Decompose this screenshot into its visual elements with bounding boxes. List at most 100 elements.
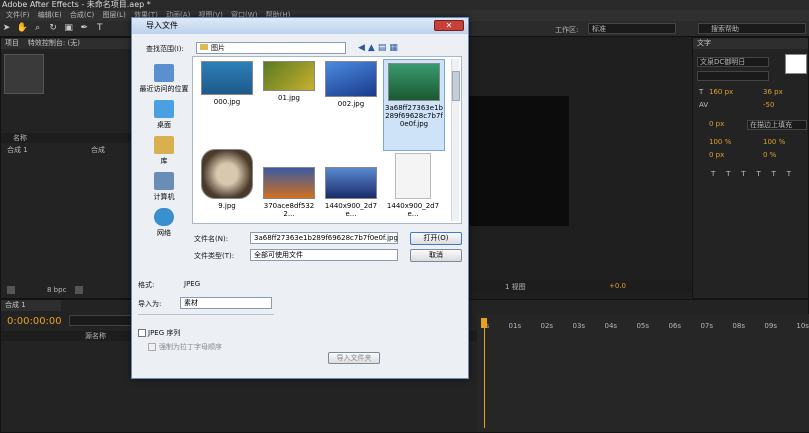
font-size-icon: T bbox=[699, 88, 704, 96]
import-as-select[interactable]: 素材 bbox=[180, 297, 272, 309]
project-item-name[interactable]: 合成 1 bbox=[7, 145, 28, 155]
look-in-label: 查找范围(I): bbox=[146, 45, 184, 53]
vertical-scale-value[interactable]: 100 % bbox=[709, 138, 731, 146]
jpeg-sequence-checkbox[interactable] bbox=[138, 329, 146, 337]
open-button[interactable]: 打开(O) bbox=[410, 232, 462, 245]
workspace-label: 工作区: bbox=[555, 26, 579, 34]
text-tool-icon[interactable]: T bbox=[94, 23, 105, 34]
menu-edit[interactable]: 编辑(E) bbox=[38, 11, 62, 19]
import-as-label: 导入为: bbox=[138, 300, 162, 308]
file-item[interactable]: 002.jpg bbox=[321, 61, 381, 149]
selection-tool-icon[interactable]: ➤ bbox=[1, 23, 12, 34]
network-icon bbox=[154, 208, 174, 226]
format-label: 格式: bbox=[138, 281, 155, 289]
stroke-mode-select[interactable]: 在描边上填充 bbox=[747, 120, 807, 130]
pen-tool-icon[interactable]: ✒ bbox=[79, 23, 90, 34]
file-thumbnail bbox=[263, 61, 315, 91]
timeline-search-input[interactable] bbox=[69, 315, 133, 326]
alpha-order-checkbox[interactable] bbox=[148, 343, 156, 351]
hand-tool-icon[interactable]: ✋ bbox=[17, 23, 28, 34]
recent-places-icon bbox=[154, 64, 174, 82]
filename-label: 文件名(N): bbox=[194, 235, 229, 243]
trash-icon[interactable] bbox=[75, 286, 83, 294]
folder-icon bbox=[200, 44, 208, 50]
file-thumbnail bbox=[388, 63, 440, 101]
comp-canvas bbox=[469, 96, 569, 226]
dialog-title: 导入文件 bbox=[132, 18, 468, 34]
rotate-tool-icon[interactable]: ↻ bbox=[48, 23, 59, 34]
file-thumbnail bbox=[325, 167, 377, 199]
place-library[interactable]: 库 bbox=[136, 136, 192, 166]
up-folder-icon[interactable]: ▲ bbox=[368, 43, 378, 53]
look-in-select[interactable]: 图片 bbox=[196, 42, 346, 54]
exposure-value[interactable]: +0.0 bbox=[609, 282, 626, 290]
character-panel: 文字 文泉DC御明日 T 160 px 36 px AV -50 0 px 在描… bbox=[692, 37, 809, 299]
camera-tool-icon[interactable]: ▣ bbox=[63, 23, 74, 34]
view-menu-icon[interactable]: ▦ bbox=[389, 43, 401, 53]
stroke-width-value[interactable]: 0 px bbox=[709, 120, 724, 128]
tracking-value[interactable]: -50 bbox=[763, 101, 774, 109]
jpeg-sequence-label: JPEG 序列 bbox=[148, 329, 181, 337]
filetype-select[interactable]: 全部可使用文件 bbox=[250, 249, 398, 261]
font-family-select[interactable]: 文泉DC御明日 bbox=[697, 57, 769, 67]
playhead-icon[interactable] bbox=[481, 318, 487, 328]
search-help-input[interactable]: 搜索帮助 bbox=[698, 23, 806, 34]
project-tab[interactable]: 项目 特效控制台: (无) bbox=[1, 38, 131, 49]
file-list-scrollbar[interactable] bbox=[451, 59, 460, 221]
file-item[interactable]: 01.jpg bbox=[259, 61, 319, 149]
file-item-selected[interactable]: 3a68ff27363e1b289f69628c7b7f0e0f.jpg bbox=[383, 59, 445, 151]
place-desktop[interactable]: 桌面 bbox=[136, 100, 192, 130]
horizontal-scale-value[interactable]: 100 % bbox=[763, 138, 785, 146]
window-title: Adobe After Effects - 未命名项目.aep * bbox=[0, 0, 809, 10]
scrollbar-thumb[interactable] bbox=[452, 71, 460, 101]
font-style-select[interactable] bbox=[697, 71, 769, 81]
composition-viewer: 1 视图 +0.0 bbox=[469, 37, 692, 299]
timeline-ruler-area[interactable]: 0s01s02s03s04s05s06s07s08s09s10s bbox=[477, 314, 809, 432]
file-item[interactable]: 9.jpg bbox=[197, 149, 257, 237]
baseline-shift-value[interactable]: 0 px bbox=[709, 151, 724, 159]
menu-composition[interactable]: 合成(C) bbox=[70, 11, 94, 19]
new-folder-icon[interactable]: ▤ bbox=[378, 43, 390, 53]
back-icon[interactable]: ◀ bbox=[358, 43, 368, 53]
fill-color-swatch[interactable] bbox=[785, 54, 807, 74]
format-value: JPEG bbox=[184, 280, 201, 288]
viewer-controls: 1 视图 +0.0 bbox=[469, 281, 692, 293]
zoom-tool-icon[interactable]: ⌕ bbox=[32, 23, 43, 34]
menu-layer[interactable]: 图层(L) bbox=[102, 11, 125, 19]
font-size-value[interactable]: 160 px bbox=[709, 88, 733, 96]
kerning-icon: AV bbox=[699, 101, 709, 109]
timecode-display[interactable]: 0:00:00:00 bbox=[7, 316, 62, 327]
leading-value[interactable]: 36 px bbox=[763, 88, 783, 96]
timeline-tab[interactable]: 合成 1 bbox=[1, 300, 61, 311]
workspace-select[interactable]: 标准 bbox=[588, 23, 676, 34]
filename-input[interactable]: 3a68ff27363e1b289f69628c7b7f0e0f.jpg bbox=[250, 232, 398, 244]
file-item[interactable]: 1440x900_2d7e... bbox=[383, 153, 443, 241]
menu-file[interactable]: 文件(F) bbox=[6, 11, 30, 19]
library-icon bbox=[154, 136, 174, 154]
project-col-name: 名称 bbox=[1, 133, 131, 143]
interpret-icon[interactable] bbox=[7, 286, 15, 294]
import-folder-button[interactable]: 导入文件夹 bbox=[328, 352, 380, 364]
cancel-button[interactable]: 取消 bbox=[410, 249, 462, 262]
close-button[interactable]: ✕ bbox=[434, 20, 464, 31]
place-network[interactable]: 网络 bbox=[136, 208, 192, 238]
file-thumbnail bbox=[263, 167, 315, 199]
character-tab[interactable]: 文字 bbox=[693, 38, 808, 49]
desktop-icon bbox=[154, 100, 174, 118]
computer-icon bbox=[154, 172, 174, 190]
file-thumbnail bbox=[325, 61, 377, 97]
place-computer[interactable]: 计算机 bbox=[136, 172, 192, 202]
filetype-label: 文件类型(T): bbox=[194, 252, 235, 260]
tsume-value[interactable]: 0 % bbox=[763, 151, 776, 159]
time-ruler: 0s01s02s03s04s05s06s07s08s09s10s bbox=[481, 322, 809, 330]
place-recent[interactable]: 最近访问的位置 bbox=[136, 64, 192, 94]
nav-buttons[interactable]: ◀▲▤▦ bbox=[358, 42, 418, 54]
divider bbox=[138, 314, 274, 315]
file-list[interactable]: 000.jpg 01.jpg 002.jpg 3a68ff27363e1b289… bbox=[192, 56, 462, 224]
file-thumbnail bbox=[201, 61, 253, 95]
blank-file-icon bbox=[395, 153, 431, 199]
view-select[interactable]: 1 视图 bbox=[505, 282, 526, 292]
bpc-label[interactable]: 8 bpc bbox=[47, 286, 66, 294]
file-item[interactable]: 000.jpg bbox=[197, 61, 257, 149]
text-style-buttons[interactable]: TTTTTT bbox=[711, 170, 802, 178]
